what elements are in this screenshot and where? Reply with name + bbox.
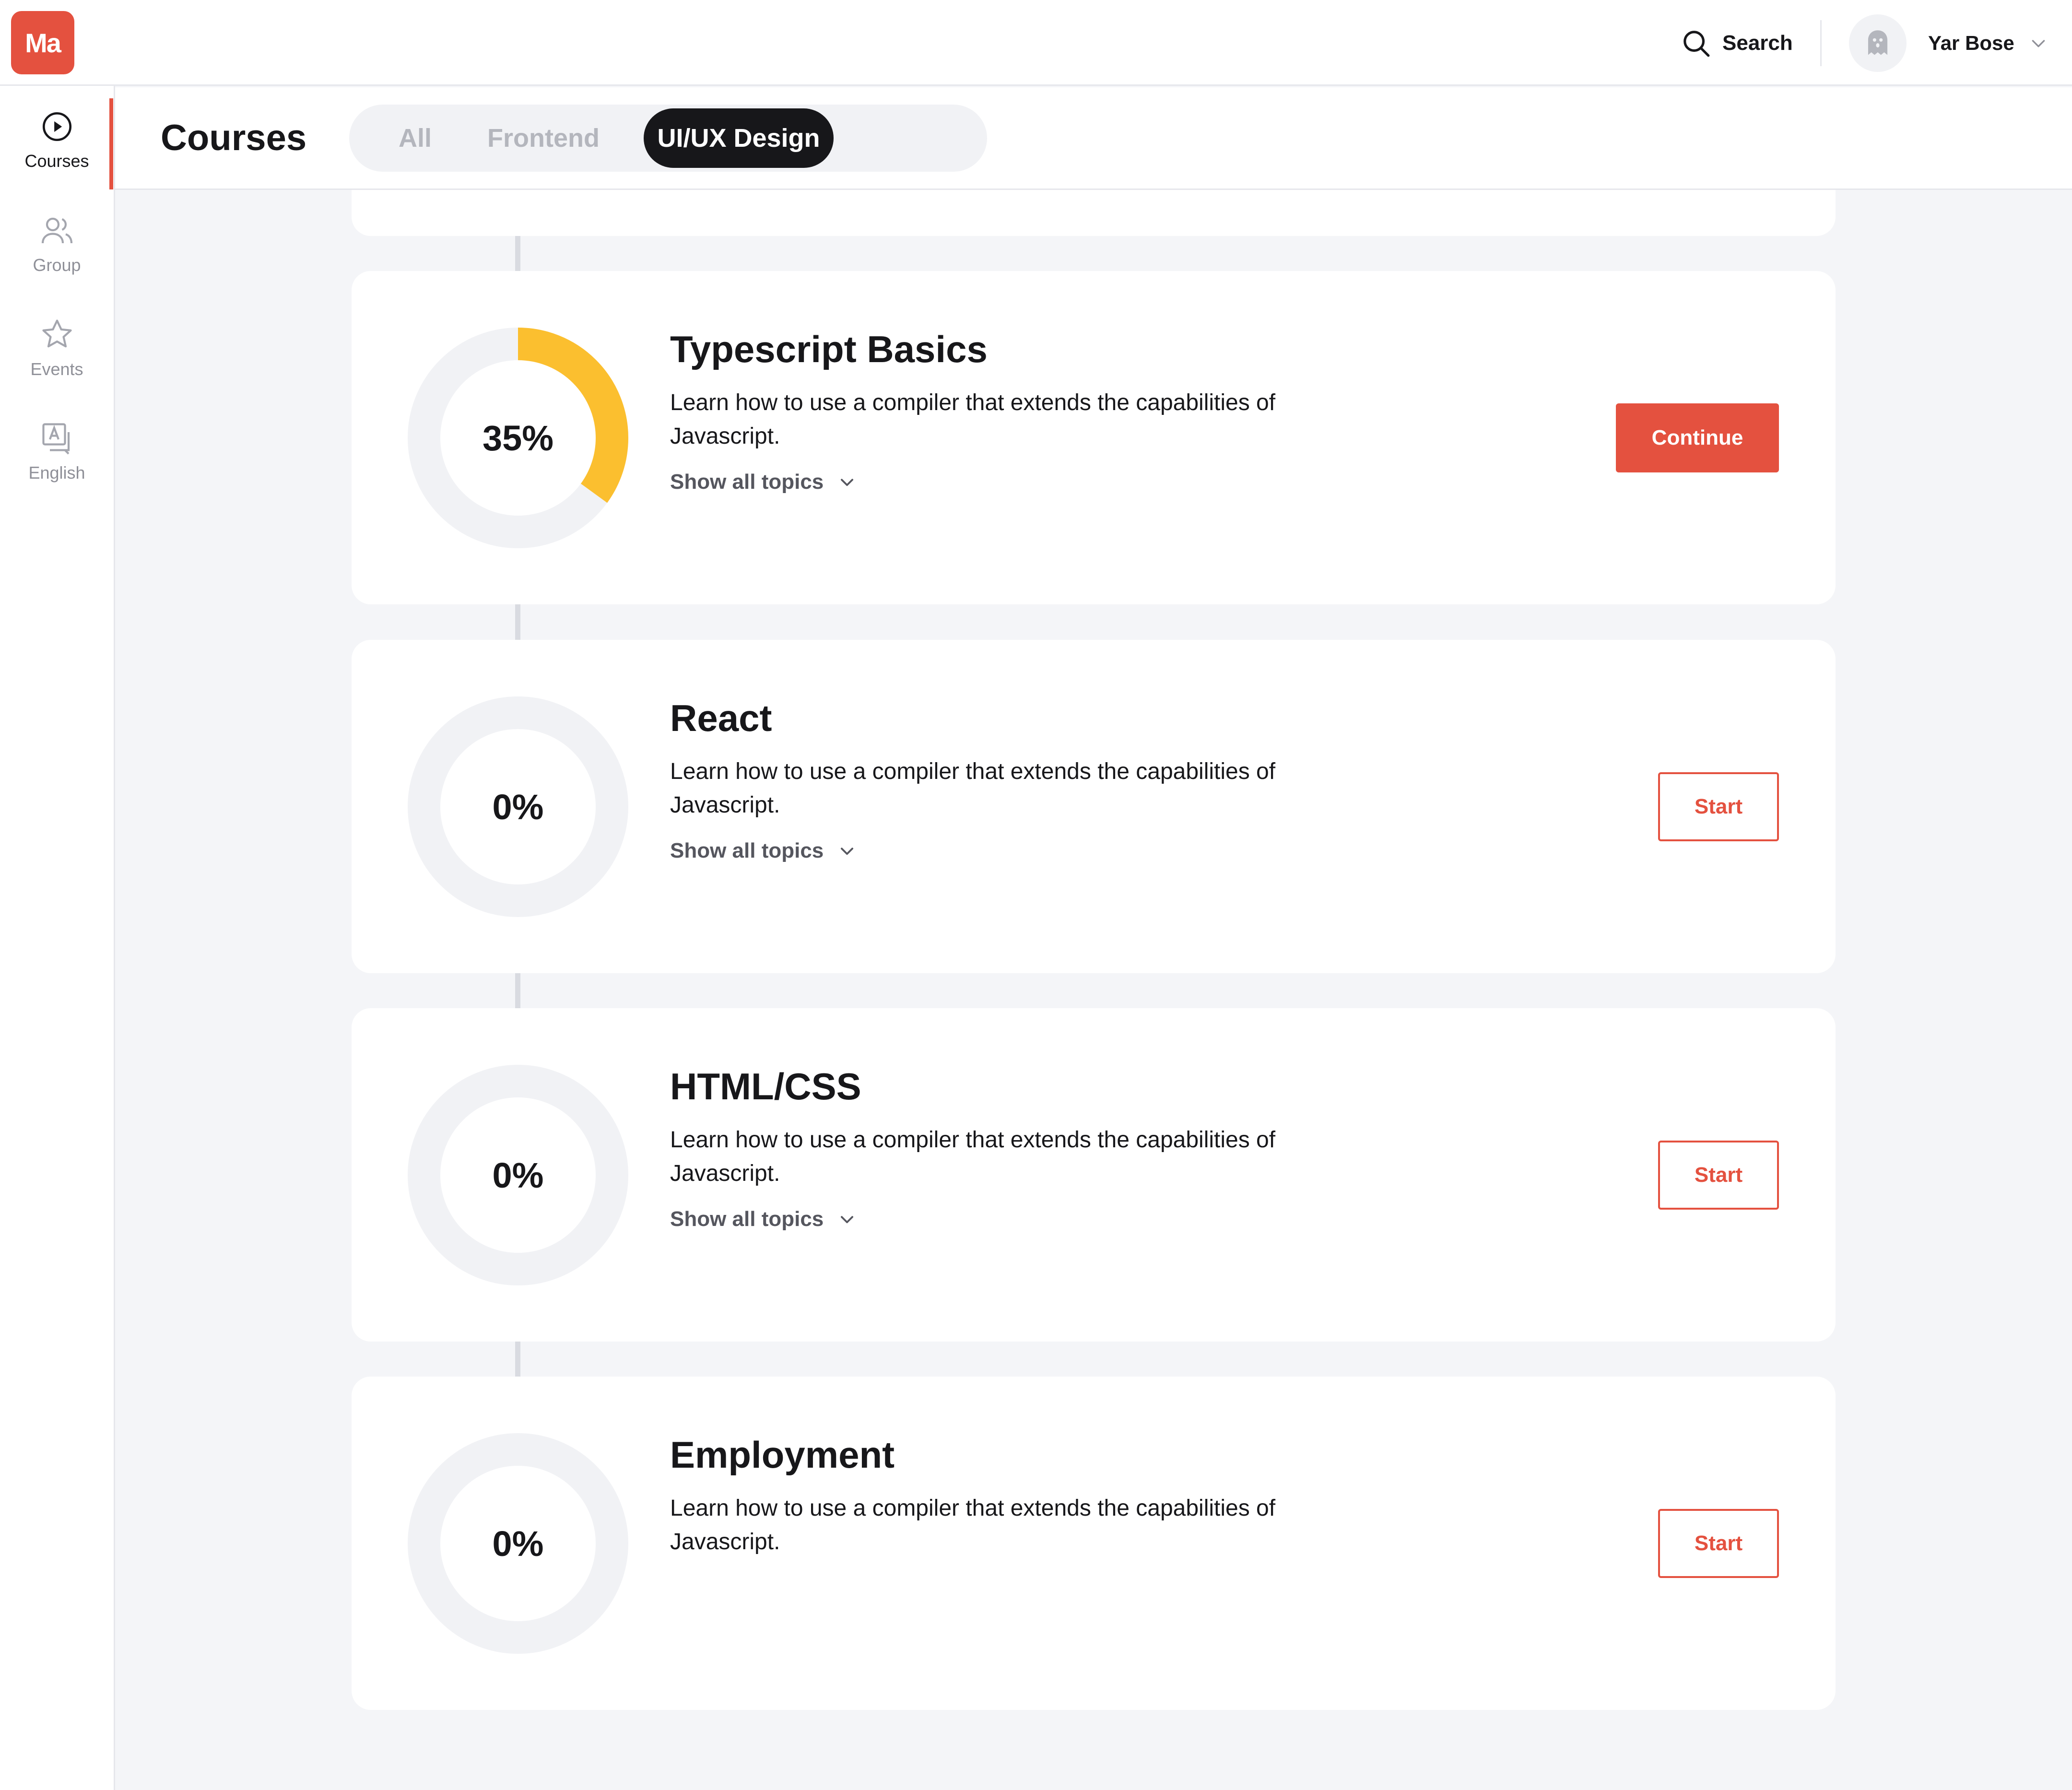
continue-button[interactable]: Continue [1616, 403, 1779, 472]
sidebar-item-english[interactable]: English [0, 421, 114, 483]
tab-all[interactable]: All [373, 108, 457, 168]
course-title: React [670, 697, 772, 739]
course-card: 0% HTML/CSS Learn how to use a compiler … [352, 1008, 1836, 1342]
progress-percent: 0% [492, 1155, 544, 1195]
sidebar-item-courses[interactable]: Courses [0, 110, 114, 171]
users-icon [41, 217, 72, 244]
course-card: 0% React Learn how to use a compiler tha… [352, 640, 1836, 973]
progress-percent: 0% [492, 787, 544, 827]
course-description: Learn how to use a compiler that extends… [670, 1496, 1276, 1554]
tab-ui-ux-design[interactable]: UI/UX Design [644, 108, 834, 168]
chevron-down-icon [841, 1216, 854, 1224]
sidebar-item-label: English [28, 463, 85, 483]
course-description: Learn how to use a compiler that extends… [670, 1127, 1276, 1186]
translate-icon [42, 423, 70, 455]
sidebar-item-label: Group [33, 255, 81, 275]
category-tabs: All Frontend UI/UX Design [349, 105, 987, 172]
search-button[interactable]: Search [1681, 26, 1793, 60]
chevron-down-icon [841, 848, 854, 855]
top-bar: Ma Search Yar Bose [0, 0, 2072, 86]
show-topics-label: Show all topics [670, 1207, 824, 1231]
course-title: Typescript Basics [670, 328, 988, 370]
show-topics-label: Show all topics [670, 470, 824, 494]
app-logo[interactable]: Ma [11, 11, 74, 74]
page-header: Courses All Frontend UI/UX Design [115, 87, 2072, 190]
play-circle-icon [42, 112, 71, 141]
start-button[interactable]: Start [1658, 1141, 1779, 1210]
user-menu[interactable]: Yar Bose [1849, 14, 2048, 72]
search-label: Search [1722, 31, 1793, 55]
star-icon [42, 319, 72, 348]
course-card: 35% Typescript Basics Learn how to use a… [352, 271, 1836, 604]
tab-frontend[interactable]: Frontend [464, 108, 623, 168]
page-title: Courses [161, 118, 307, 158]
course-title: Employment [670, 1434, 895, 1476]
progress-percent: 35% [482, 418, 554, 458]
sidebar: Courses Group Events English [0, 86, 115, 1790]
chevron-down-icon [2032, 40, 2045, 47]
show-topics-toggle[interactable]: Show all topics [670, 836, 856, 865]
course-card: 0% Employment Learn how to use a compile… [352, 1377, 1836, 1710]
sidebar-item-label: Events [30, 359, 83, 379]
show-topics-toggle[interactable]: Show all topics [670, 468, 856, 496]
topbar-divider [1820, 20, 1822, 66]
ghost-avatar-icon [1868, 30, 1888, 55]
course-description: Learn how to use a compiler that extends… [670, 390, 1276, 449]
course-description: Learn how to use a compiler that extends… [670, 759, 1276, 818]
start-button[interactable]: Start [1658, 772, 1779, 841]
start-button[interactable]: Start [1658, 1509, 1779, 1578]
user-name: Yar Bose [1928, 32, 2014, 54]
chevron-down-icon [841, 479, 854, 486]
avatar [1849, 14, 1907, 72]
show-topics-label: Show all topics [670, 839, 824, 862]
sidebar-item-group[interactable]: Group [0, 213, 114, 275]
progress-percent: 0% [492, 1523, 544, 1564]
search-icon [1684, 31, 1710, 57]
sidebar-item-label: Courses [24, 151, 89, 171]
show-topics-toggle[interactable]: Show all topics [670, 1205, 856, 1234]
sidebar-item-events[interactable]: Events [0, 317, 114, 379]
course-title: HTML/CSS [670, 1065, 861, 1107]
